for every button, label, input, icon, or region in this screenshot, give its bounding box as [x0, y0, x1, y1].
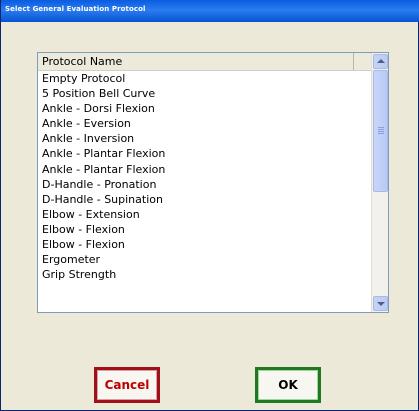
column-header-protocol-name[interactable]: Protocol Name — [38, 53, 354, 70]
window-title: Select General Evaluation Protocol — [5, 5, 146, 13]
list-item[interactable]: Ankle - Inversion — [38, 131, 372, 146]
list-item[interactable]: Elbow - Flexion — [38, 222, 372, 237]
chevron-down-icon — [377, 302, 385, 306]
list-item[interactable]: D-Handle - Pronation — [38, 177, 372, 192]
list-item[interactable]: Ankle - Eversion — [38, 116, 372, 131]
list-item[interactable]: Ankle - Plantar Flexion — [38, 146, 372, 161]
list-item[interactable]: D-Handle - Supination — [38, 192, 372, 207]
list-rows: Empty Protocol 5 Position Bell Curve Ankle… — [38, 71, 372, 282]
grip-line — [378, 131, 384, 132]
scroll-up-button[interactable] — [373, 54, 388, 69]
title-bar[interactable]: Select General Evaluation Protocol — [1, 0, 419, 22]
chevron-up-icon — [377, 59, 385, 63]
list-item[interactable]: Ankle - Plantar Flexion — [38, 162, 372, 177]
list-header: Protocol Name — [38, 53, 372, 71]
grip-line — [378, 133, 384, 134]
vertical-scrollbar[interactable] — [371, 53, 388, 312]
scroll-thumb[interactable] — [373, 70, 388, 192]
list-item[interactable]: Ankle - Dorsi Flexion — [38, 101, 372, 116]
list-item[interactable]: Elbow - Extension — [38, 207, 372, 222]
list-item[interactable]: Ergometer — [38, 252, 372, 267]
ok-button[interactable]: OK — [255, 367, 321, 403]
scroll-down-button[interactable] — [373, 296, 388, 311]
list-item[interactable]: Grip Strength — [38, 267, 372, 282]
list-item[interactable]: Empty Protocol — [38, 71, 372, 86]
grip-line — [378, 127, 384, 128]
list-item[interactable]: Elbow - Flexion — [38, 237, 372, 252]
grip-line — [378, 129, 384, 130]
protocol-list[interactable]: Protocol Name Empty Protocol 5 Position B… — [37, 52, 389, 313]
list-item[interactable]: 5 Position Bell Curve — [38, 86, 372, 101]
dialog-window: Select General Evaluation Protocol Proto… — [0, 0, 419, 411]
cancel-button[interactable]: Cancel — [94, 367, 160, 403]
column-header-blank — [354, 53, 372, 70]
